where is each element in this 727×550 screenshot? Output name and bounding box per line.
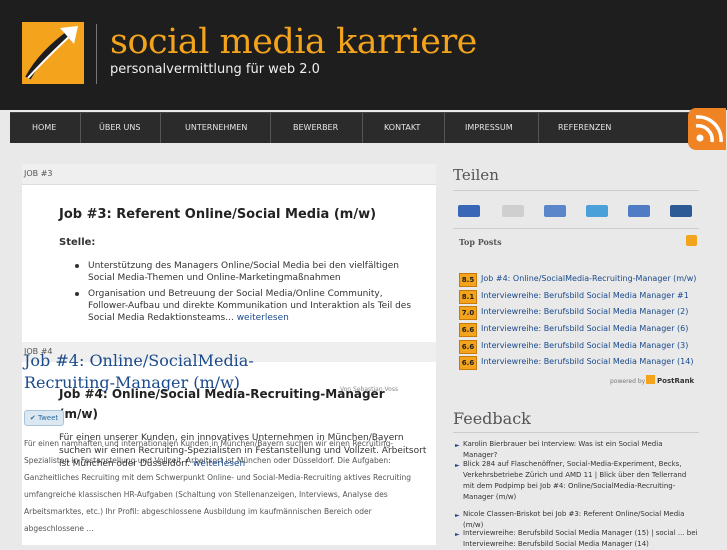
nav-item-referenzen[interactable]: REFERENZEN [558, 113, 611, 143]
nav-item-kontakt[interactable]: KONTAKT [384, 113, 420, 143]
post-score-badge: 6.6 [459, 340, 477, 354]
nav-separator [80, 113, 81, 143]
list-item: 8.5 Job #4: Online/SocialMedia-Recruitin… [459, 273, 699, 287]
job3-bullet-2: Organisation und Betreuung der Social Me… [88, 288, 418, 324]
job4-author: Von Sebastian Voss [340, 386, 399, 393]
nav-separator [160, 113, 161, 143]
share-title: Teilen [453, 166, 499, 184]
feedback-divider [453, 432, 699, 433]
bullet-arrow-icon: ► [455, 512, 460, 519]
top-post-link[interactable]: Interviewreihe: Berufsbild Social Media … [481, 306, 688, 318]
top-post-link[interactable]: Interviewreihe: Berufsbild Social Media … [481, 323, 688, 335]
post-score-badge: 7.0 [459, 306, 477, 320]
nav-separator [538, 113, 539, 143]
logo-divider [96, 24, 97, 84]
postrank-icon [646, 375, 655, 384]
nav-item-ueber-uns[interactable]: ÜBER UNS [99, 113, 140, 143]
list-item: 6.6 Interviewreihe: Berufsbild Social Me… [459, 356, 699, 370]
top-posts-feed-icon[interactable] [686, 235, 697, 246]
nav-item-bewerber[interactable]: BEWERBER [293, 113, 338, 143]
top-posts-divider [453, 228, 699, 229]
list-item: 7.0 Interviewreihe: Berufsbild Social Me… [459, 306, 699, 320]
digg-icon[interactable] [502, 205, 524, 217]
share-icons [458, 205, 698, 219]
post-score-badge: 8.1 [459, 290, 477, 304]
job3-stelle-label: Stelle: [59, 237, 96, 248]
feedback-text: Blick 284 auf Flaschenöffner, Social-Med… [463, 460, 687, 501]
job3-bullet-1: Unterstützung des Managers Online/Social… [88, 261, 399, 283]
mixx-icon[interactable] [544, 205, 566, 217]
twitter-bird-icon: ✔ [29, 414, 36, 422]
site-tagline: personalvermittlung für web 2.0 [110, 62, 320, 77]
nav-item-home[interactable]: HOME [32, 113, 56, 143]
post-score-badge: 6.6 [459, 323, 477, 337]
job3-header-bar: JOB #3 [22, 164, 436, 185]
job3-bar-label: JOB #3 [24, 169, 53, 178]
bullet-dot [75, 264, 79, 268]
powered-by-label: powered by [610, 378, 646, 385]
list-item: 6.6 Interviewreihe: Berufsbild Social Me… [459, 323, 699, 337]
feedback-text: Interviewreihe: Berufsbild Social Media … [463, 529, 698, 548]
bullet-arrow-icon: ► [455, 462, 460, 469]
list-item: 8.1 Interviewreihe: Berufsbild Social Me… [459, 290, 699, 304]
feedback-text: Karolin Bierbrauer bei Interview: Was is… [463, 440, 663, 459]
bullet-arrow-icon: ► [455, 442, 460, 449]
read-more-link[interactable]: weiterlesen [193, 459, 245, 469]
site-logo[interactable] [22, 22, 84, 84]
rss-feed-icon [695, 115, 723, 143]
site-header: social media karriere personalvermittlun… [0, 0, 727, 110]
top-post-link[interactable]: Interviewreihe: Berufsbild Social Media … [481, 340, 688, 352]
rocket-arrow-icon [22, 22, 84, 84]
postrank-logo[interactable]: PostRank [646, 375, 694, 385]
top-posts-label: Top Posts [459, 237, 502, 247]
nav-separator [270, 113, 271, 143]
feedback-title: Feedback [453, 409, 531, 428]
share-divider [453, 190, 699, 191]
nav-item-impressum[interactable]: IMPRESSUM [465, 113, 513, 143]
rss-feed-button[interactable] [688, 108, 726, 150]
bullet-arrow-icon: ► [455, 531, 460, 538]
nav-separator [444, 113, 445, 143]
job4-text: Für einen unserer Kunden, ein innovative… [59, 432, 429, 471]
top-post-link[interactable]: Interviewreihe: Berufsbild Social Media … [481, 290, 689, 302]
read-more-link[interactable]: weiterlesen [237, 313, 289, 323]
tweet-label: Tweet [37, 414, 59, 422]
reddit-icon[interactable] [628, 205, 650, 217]
bullet-dot [75, 292, 79, 296]
linkedin-icon[interactable] [670, 205, 692, 217]
site-title[interactable]: social media karriere [110, 22, 477, 62]
list-item: 6.6 Interviewreihe: Berufsbild Social Me… [459, 340, 699, 354]
delicious-icon[interactable] [458, 205, 480, 217]
postrank-label: PostRank [657, 377, 695, 385]
main-nav: HOME ÜBER UNS UNTERNEHMEN BEWERBER KONTA… [10, 112, 690, 143]
top-post-link[interactable]: Job #4: Online/SocialMedia-Recruiting-Ma… [481, 273, 696, 285]
job3-title[interactable]: Job #3: Referent Online/Social Media (m/… [59, 207, 376, 222]
nav-item-unternehmen[interactable]: UNTERNEHMEN [185, 113, 247, 143]
stumbleupon-icon[interactable] [586, 205, 608, 217]
top-post-link[interactable]: Interviewreihe: Berufsbild Social Media … [481, 356, 693, 368]
tweet-button[interactable]: ✔ Tweet [24, 410, 64, 426]
nav-separator [362, 113, 363, 143]
post-score-badge: 8.5 [459, 273, 477, 287]
post-score-badge: 6.6 [459, 356, 477, 370]
